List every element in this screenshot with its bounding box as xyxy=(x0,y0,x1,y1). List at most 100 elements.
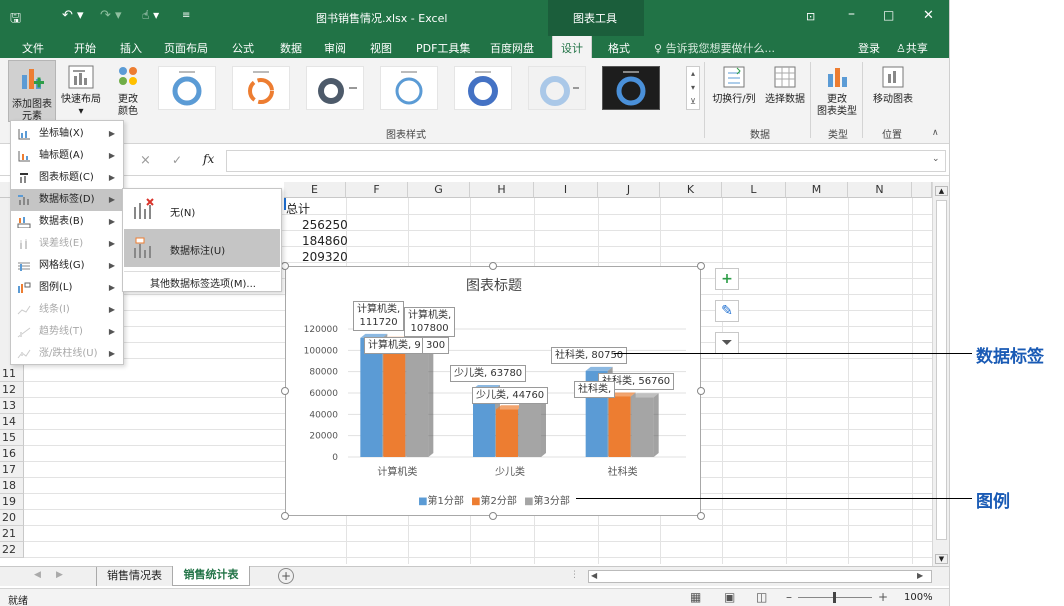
tab-file[interactable]: 文件 xyxy=(22,40,44,56)
row-header[interactable]: 18 xyxy=(0,478,24,494)
row-header[interactable]: 13 xyxy=(0,398,24,414)
tab-split-handle[interactable]: ⋮ xyxy=(570,570,579,580)
tab-home[interactable]: 开始 xyxy=(74,40,96,56)
row-header[interactable]: 16 xyxy=(0,446,24,462)
data-labels-none-item[interactable]: 无(N) xyxy=(124,191,280,229)
next-sheet-icon[interactable]: ▶ xyxy=(56,570,63,580)
cell-value[interactable]: 209320 xyxy=(302,250,348,264)
tab-data[interactable]: 数据 xyxy=(280,40,302,56)
cancel-icon[interactable]: × xyxy=(140,153,151,168)
column-header[interactable]: N xyxy=(848,182,912,198)
row-header[interactable]: 22 xyxy=(0,542,24,558)
column-header[interactable]: F xyxy=(346,182,408,198)
resize-handle[interactable] xyxy=(281,387,289,395)
row-header[interactable]: 15 xyxy=(0,430,24,446)
horizontal-scrollbar[interactable]: ◀ ▶ xyxy=(588,570,932,583)
formula-input[interactable] xyxy=(226,150,946,172)
vertical-scrollbar[interactable]: ▲ ▼ xyxy=(932,182,949,566)
data-callout[interactable]: 社科类, xyxy=(574,381,616,398)
column-header[interactable]: H xyxy=(470,182,534,198)
resize-handle[interactable] xyxy=(281,512,289,520)
resize-handle[interactable] xyxy=(697,387,705,395)
column-header[interactable]: E xyxy=(284,182,346,198)
data-callout[interactable]: 少儿类, 44760 xyxy=(472,387,549,404)
row-header[interactable]: 19 xyxy=(0,494,24,510)
normal-view-icon[interactable]: ▦ xyxy=(690,590,701,604)
customize-icon[interactable]: ≡ xyxy=(182,10,190,21)
touch-mode-icon[interactable]: ☝ ▾ xyxy=(142,8,159,22)
data-callout[interactable]: 300 xyxy=(422,337,450,354)
enter-icon[interactable]: ✓ xyxy=(172,153,182,167)
tab-baidu-netdisk[interactable]: 百度网盘 xyxy=(490,40,534,56)
chart-style-6[interactable] xyxy=(528,66,586,110)
row-header[interactable]: 20 xyxy=(0,510,24,526)
scroll-down-icon[interactable]: ▼ xyxy=(935,554,948,564)
collapse-ribbon-icon[interactable]: ∧ xyxy=(932,128,939,138)
row-header[interactable]: 12 xyxy=(0,382,24,398)
add-element-menu-item[interactable]: 数据表(B) ▶ xyxy=(11,211,123,233)
tab-design[interactable]: 设计 xyxy=(552,36,592,58)
add-element-menu-item[interactable]: 图例(L) ▶ xyxy=(11,277,123,299)
sheet-tab-active[interactable]: 销售统计表 xyxy=(172,566,250,586)
chart-object[interactable]: 图表标题 0 20000 40000 60000 80000 100000 120000 计算… xyxy=(285,266,701,516)
change-chart-type-button[interactable]: 更改 图表类型 xyxy=(814,64,860,118)
add-element-menu-item[interactable]: 涨/跌柱线(U) ▶ xyxy=(11,343,123,365)
resize-handle[interactable] xyxy=(489,262,497,270)
add-element-menu-item[interactable]: 图表标题(C) ▶ xyxy=(11,167,123,189)
zoom-level[interactable]: 100% xyxy=(904,592,933,603)
row-header[interactable]: 11 xyxy=(0,366,24,382)
column-header[interactable]: J xyxy=(598,182,660,198)
tab-format[interactable]: 格式 xyxy=(608,40,630,56)
scroll-up-icon[interactable]: ▲ xyxy=(935,186,948,196)
row-header[interactable]: 14 xyxy=(0,414,24,430)
tab-insert[interactable]: 插入 xyxy=(120,40,142,56)
minimize-icon[interactable]: – xyxy=(848,6,855,22)
row-header[interactable]: 17 xyxy=(0,462,24,478)
column-header[interactable]: K xyxy=(660,182,722,198)
maximize-icon[interactable]: □ xyxy=(883,8,894,22)
chart-filters-button[interactable]: ⏷ xyxy=(715,332,739,354)
more-data-label-options-item[interactable]: 其他数据标签选项(M)... xyxy=(124,271,280,290)
sheet-tab[interactable]: 销售情况表 xyxy=(96,567,172,586)
column-header[interactable]: L xyxy=(722,182,786,198)
insert-function-icon[interactable]: fx xyxy=(203,152,214,166)
resize-handle[interactable] xyxy=(697,262,705,270)
data-callout[interactable]: 计算机类, 111720 xyxy=(353,301,405,331)
scroll-right-icon[interactable]: ▶ xyxy=(917,571,923,580)
add-element-menu-item[interactable]: 坐标轴(X) ▶ xyxy=(11,123,123,145)
select-data-button[interactable]: 选择数据 xyxy=(762,64,808,106)
expand-formula-bar-icon[interactable]: ⌄ xyxy=(932,154,940,164)
chart-style-5[interactable] xyxy=(454,66,512,110)
page-layout-view-icon[interactable]: ▣ xyxy=(724,590,735,604)
data-callout[interactable]: 计算机类, 9 xyxy=(364,337,425,354)
add-element-menu-item[interactable]: 数据标签(D) ▶ xyxy=(11,189,123,211)
add-element-menu-item[interactable]: 误差线(E) ▶ xyxy=(11,233,123,255)
column-header[interactable]: I xyxy=(534,182,598,198)
tab-pdf-tools[interactable]: PDF工具集 xyxy=(416,40,470,56)
sign-in-link[interactable]: 登录 xyxy=(858,40,880,56)
scroll-left-icon[interactable]: ◀ xyxy=(591,571,597,580)
page-break-view-icon[interactable]: ◫ xyxy=(756,590,767,604)
change-colors-button[interactable]: 更改 颜色 xyxy=(110,64,146,118)
add-chart-element-button[interactable]: 添加图表 元素 xyxy=(8,60,56,122)
chart-elements-button[interactable]: + xyxy=(715,268,739,290)
tab-view[interactable]: 视图 xyxy=(370,40,392,56)
tell-me-search[interactable]: ♀ 告诉我您想要做什么... xyxy=(654,40,775,56)
chart-style-2[interactable] xyxy=(232,66,290,110)
resize-handle[interactable] xyxy=(489,512,497,520)
chart-styles-button[interactable]: ✎ xyxy=(715,300,739,322)
data-callout[interactable]: 计算机类, 107800 xyxy=(404,307,456,337)
chart-style-3[interactable] xyxy=(306,66,364,110)
tab-page-layout[interactable]: 页面布局 xyxy=(164,40,208,56)
move-chart-button[interactable]: 移动图表 xyxy=(866,64,920,106)
switch-row-column-button[interactable]: 切换行/列 xyxy=(708,64,760,106)
data-callout[interactable]: 社科类, 80750 xyxy=(551,347,628,364)
chart-legend[interactable]: ■第1分部 ■第2分部 ■第3分部 xyxy=(286,492,702,507)
data-callout[interactable]: 少儿类, 63780 xyxy=(450,365,527,382)
prev-sheet-icon[interactable]: ◀ xyxy=(34,570,41,580)
chart-style-1[interactable] xyxy=(158,66,216,110)
ribbon-options-icon[interactable]: ⊡ xyxy=(806,10,815,23)
cell-value[interactable]: 184860 xyxy=(302,234,348,248)
cell-value[interactable]: 256250 xyxy=(302,218,348,232)
data-callout-item[interactable]: 数据标注(U) xyxy=(124,229,280,267)
